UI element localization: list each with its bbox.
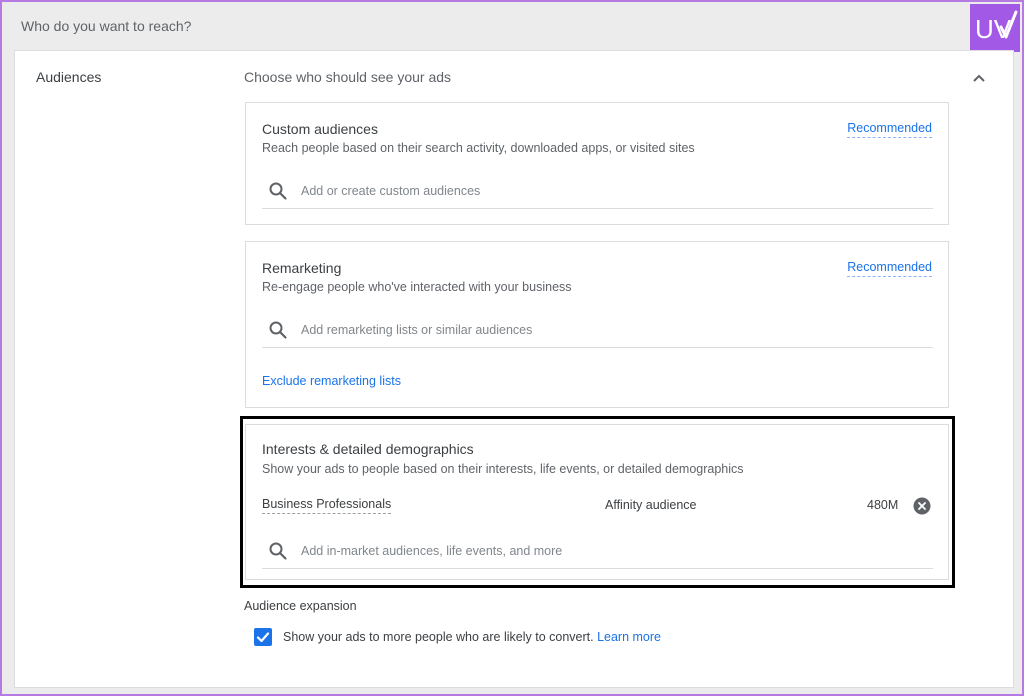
uv-logo: UV — [970, 4, 1020, 52]
remarketing-search[interactable]: Add remarketing lists or similar audienc… — [262, 315, 933, 348]
audiences-subtitle: Choose who should see your ads — [244, 69, 452, 85]
audience-expansion-label: Audience expansion — [244, 599, 357, 613]
audiences-panel: Audiences Choose who should see your ads… — [14, 50, 1014, 688]
chevron-up-icon[interactable] — [970, 70, 988, 88]
svg-text:UV: UV — [975, 14, 1012, 44]
exclude-remarketing-link[interactable]: Exclude remarketing lists — [262, 374, 401, 388]
remarketing-card: Remarketing Re-engage people who've inte… — [245, 241, 949, 408]
recommended-badge[interactable]: Recommended — [847, 121, 932, 138]
custom-audiences-title: Custom audiences — [262, 121, 378, 137]
highlight-box — [240, 416, 955, 588]
header-title: Who do you want to reach? — [21, 18, 192, 34]
section-header[interactable]: Who do you want to reach? UV — [4, 4, 1020, 52]
audience-expansion-checkbox[interactable] — [254, 628, 272, 646]
check-icon — [256, 632, 270, 643]
search-icon — [269, 321, 287, 339]
learn-more-link[interactable]: Learn more — [597, 630, 661, 644]
app-frame: Who do you want to reach? UV Audiences C… — [0, 0, 1024, 696]
expansion-checkbox-label: Show your ads to more people who are lik… — [283, 630, 594, 644]
remarketing-input[interactable]: Add remarketing lists or similar audienc… — [301, 323, 532, 337]
remarketing-title: Remarketing — [262, 260, 342, 276]
custom-audiences-input[interactable]: Add or create custom audiences — [301, 184, 480, 198]
remarketing-description: Re-engage people who've interacted with … — [262, 280, 572, 294]
custom-audiences-description: Reach people based on their search activ… — [262, 141, 695, 155]
audiences-label: Audiences — [36, 69, 102, 85]
audience-expansion-text: Show your ads to more people who are lik… — [283, 630, 661, 644]
search-icon — [269, 182, 287, 200]
custom-audiences-search[interactable]: Add or create custom audiences — [262, 176, 933, 209]
custom-audiences-card: Custom audiences Reach people based on t… — [245, 102, 949, 225]
recommended-badge[interactable]: Recommended — [847, 260, 932, 277]
